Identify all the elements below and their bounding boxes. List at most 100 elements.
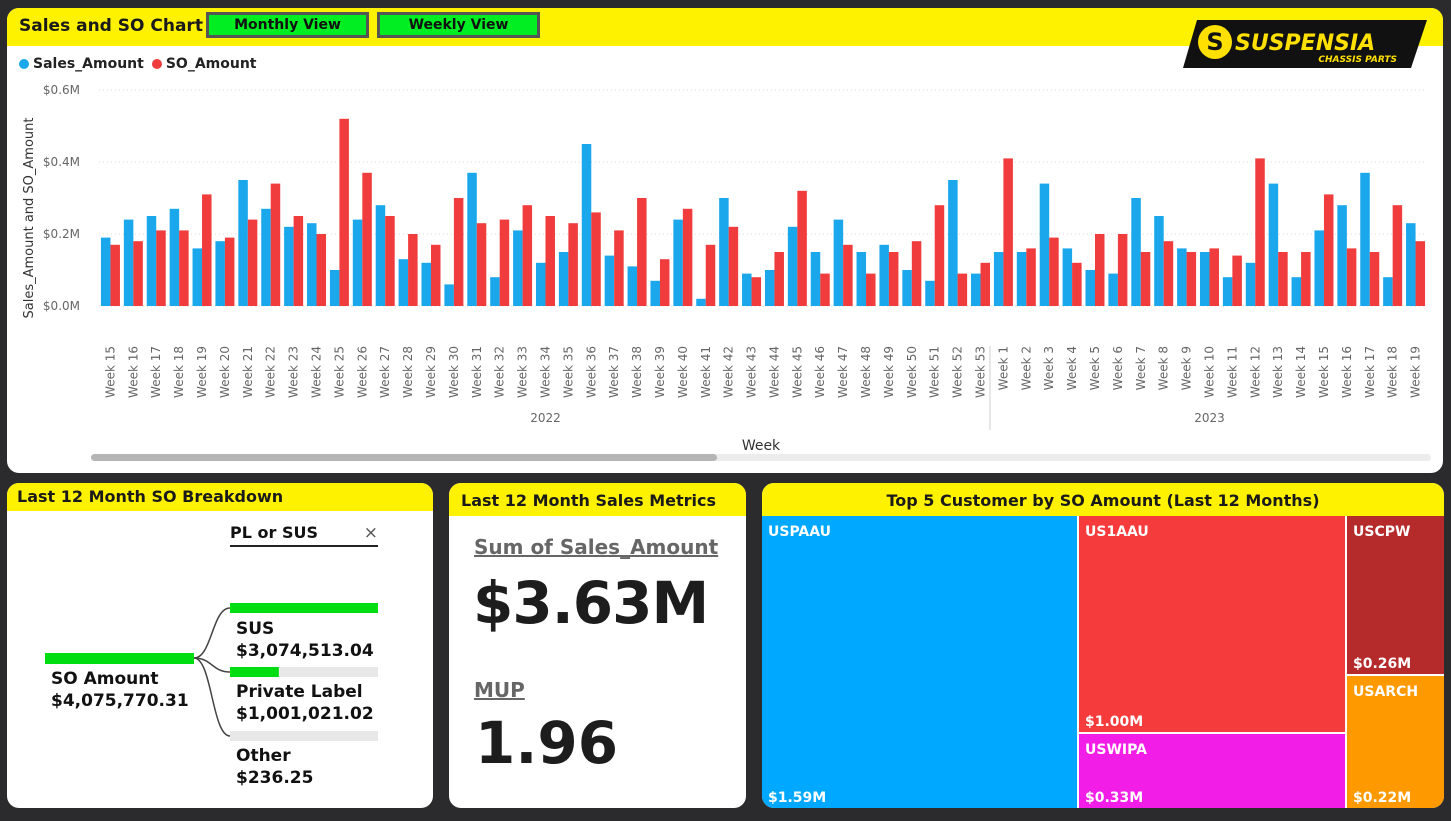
scrollbar-thumb[interactable] (91, 454, 717, 461)
bar-sales-amount (1291, 277, 1302, 306)
bar-so-amount (202, 194, 212, 306)
bar-sales-amount (238, 180, 248, 306)
x-tick-label: Week 24 (310, 346, 324, 398)
bar-so-amount (1049, 237, 1059, 306)
bar-so-amount (1117, 234, 1128, 306)
tile-value: $1.59M (768, 790, 827, 806)
sus-bar-fill (230, 603, 378, 613)
bar-sales-amount (925, 280, 935, 306)
node-sus[interactable]: SUS $3,074,513.04 (236, 618, 374, 662)
bar-sales-amount (833, 219, 844, 306)
bar-sales-amount (971, 273, 981, 306)
bar-sales-amount (352, 219, 363, 306)
x-tick-label: Week 39 (653, 346, 667, 398)
treemap-tile-uscpw[interactable]: USCPW $0.26M (1347, 516, 1444, 676)
bar-sales-amount (558, 252, 569, 306)
x-tick-label: Week 50 (905, 346, 919, 398)
bar-so-amount (224, 237, 235, 306)
x-tick-label: Week 36 (584, 346, 598, 398)
bar-so-amount (1003, 158, 1013, 306)
bar-sales-amount (993, 252, 1004, 306)
bar-so-amount (1346, 248, 1357, 306)
other-bar-track (230, 731, 378, 741)
root-node[interactable]: SO Amount $4,075,770.31 (51, 668, 189, 712)
y-tick-label: $0.0M (43, 299, 80, 313)
x-tick-label: Week 30 (447, 346, 461, 398)
bar-so-amount (431, 244, 441, 306)
x-tick-label: Week 3 (1042, 346, 1056, 390)
bar-sales-amount (307, 223, 317, 306)
bar-so-amount (1026, 248, 1036, 306)
treemap-tile-uspaau[interactable]: USPAAU $1.59M (762, 516, 1079, 808)
node-private-label[interactable]: Private Label $1,001,021.02 (236, 681, 374, 725)
root-label: SO Amount (51, 669, 159, 689)
x-tick-label: Week 49 (882, 346, 896, 398)
treemap-tile-usarch[interactable]: USARCH $0.22M (1347, 676, 1444, 808)
y-tick-label: $0.6M (43, 83, 80, 97)
bar-sales-amount (604, 255, 615, 306)
x-tick-label: Week 16 (1340, 346, 1354, 398)
x-tick-label: Week 5 (1088, 346, 1102, 390)
x-tick-label: Week 40 (676, 346, 690, 398)
tile-name: USPAAU (768, 524, 832, 540)
sales-so-chart-panel: Sales and SO Chart Monthly View Weekly V… (7, 8, 1443, 473)
bar-sales-amount (1039, 183, 1050, 306)
treemap-tile-us1aau[interactable]: US1AAU $1.00M (1079, 516, 1347, 734)
weekly-view-button[interactable]: Weekly View (377, 12, 540, 38)
bar-sales-amount (1199, 252, 1210, 306)
x-tick-label: Week 17 (149, 346, 163, 398)
x-tick-label: Week 16 (126, 346, 140, 398)
bar-so-amount (705, 244, 716, 306)
node-other-value: $236.25 (236, 768, 314, 788)
legend-item-sales[interactable]: Sales_Amount (19, 56, 144, 72)
bar-sales-amount (375, 205, 386, 306)
connector-other (193, 657, 231, 737)
legend-item-so[interactable]: SO_Amount (151, 56, 256, 72)
customers-title: Top 5 Customer by SO Amount (Last 12 Mon… (886, 491, 1320, 510)
x-tick-label: Week 38 (630, 346, 644, 398)
x-tick-label: Week 34 (538, 346, 552, 398)
bar-sales-amount (1131, 198, 1141, 306)
bar-so-amount (362, 172, 372, 306)
chart-horizontal-scrollbar[interactable] (91, 454, 1431, 461)
year-group-label: 2022 (530, 411, 561, 425)
bar-sales-amount (856, 252, 867, 306)
bar-so-amount (1095, 234, 1105, 306)
bar-sales-amount (1360, 172, 1370, 306)
svg-text:SUSPENSIA: SUSPENSIA (1235, 31, 1375, 56)
bar-so-amount (888, 252, 899, 306)
tile-value: $0.33M (1085, 790, 1144, 806)
bar-sales-amount (1062, 248, 1073, 306)
bar-so-amount (270, 183, 281, 306)
bar-sales-amount (810, 252, 821, 306)
metrics-title: Last 12 Month Sales Metrics (461, 491, 717, 510)
x-tick-label: Week 37 (607, 346, 621, 398)
bar-so-amount (1369, 252, 1380, 306)
bar-sales-amount (100, 237, 111, 306)
bar-so-amount (1278, 252, 1288, 306)
bar-so-amount (957, 273, 968, 306)
treemap-tile-uswipa[interactable]: USWIPA $0.33M (1079, 734, 1347, 808)
node-private-label-value: $1,001,021.02 (236, 704, 374, 724)
x-tick-label: Week 33 (516, 346, 530, 398)
private-label-bar-fill (230, 667, 279, 677)
node-other-label: Other (236, 746, 291, 766)
node-other[interactable]: Other $236.25 (236, 745, 313, 789)
x-tick-label: Week 20 (218, 346, 232, 398)
bar-sales-amount (902, 270, 912, 306)
bar-sales-amount (673, 219, 683, 306)
bar-sales-amount (1177, 248, 1187, 306)
x-tick-label: Week 1 (996, 346, 1010, 390)
bar-so-amount (866, 273, 876, 306)
bar-sales-amount (490, 277, 500, 306)
x-tick-label: Week 32 (493, 346, 507, 398)
bar-so-amount (179, 230, 189, 306)
node-sus-label: SUS (236, 619, 275, 639)
chart-panel-title: Sales and SO Chart (19, 16, 203, 36)
bar-so-amount (751, 277, 762, 306)
monthly-view-button[interactable]: Monthly View (206, 12, 369, 38)
bar-so-amount (522, 205, 533, 306)
node-sus-value: $3,074,513.04 (236, 641, 374, 661)
y-axis-label: Sales_Amount and SO_Amount (22, 118, 37, 319)
tile-name: USCPW (1353, 524, 1411, 540)
